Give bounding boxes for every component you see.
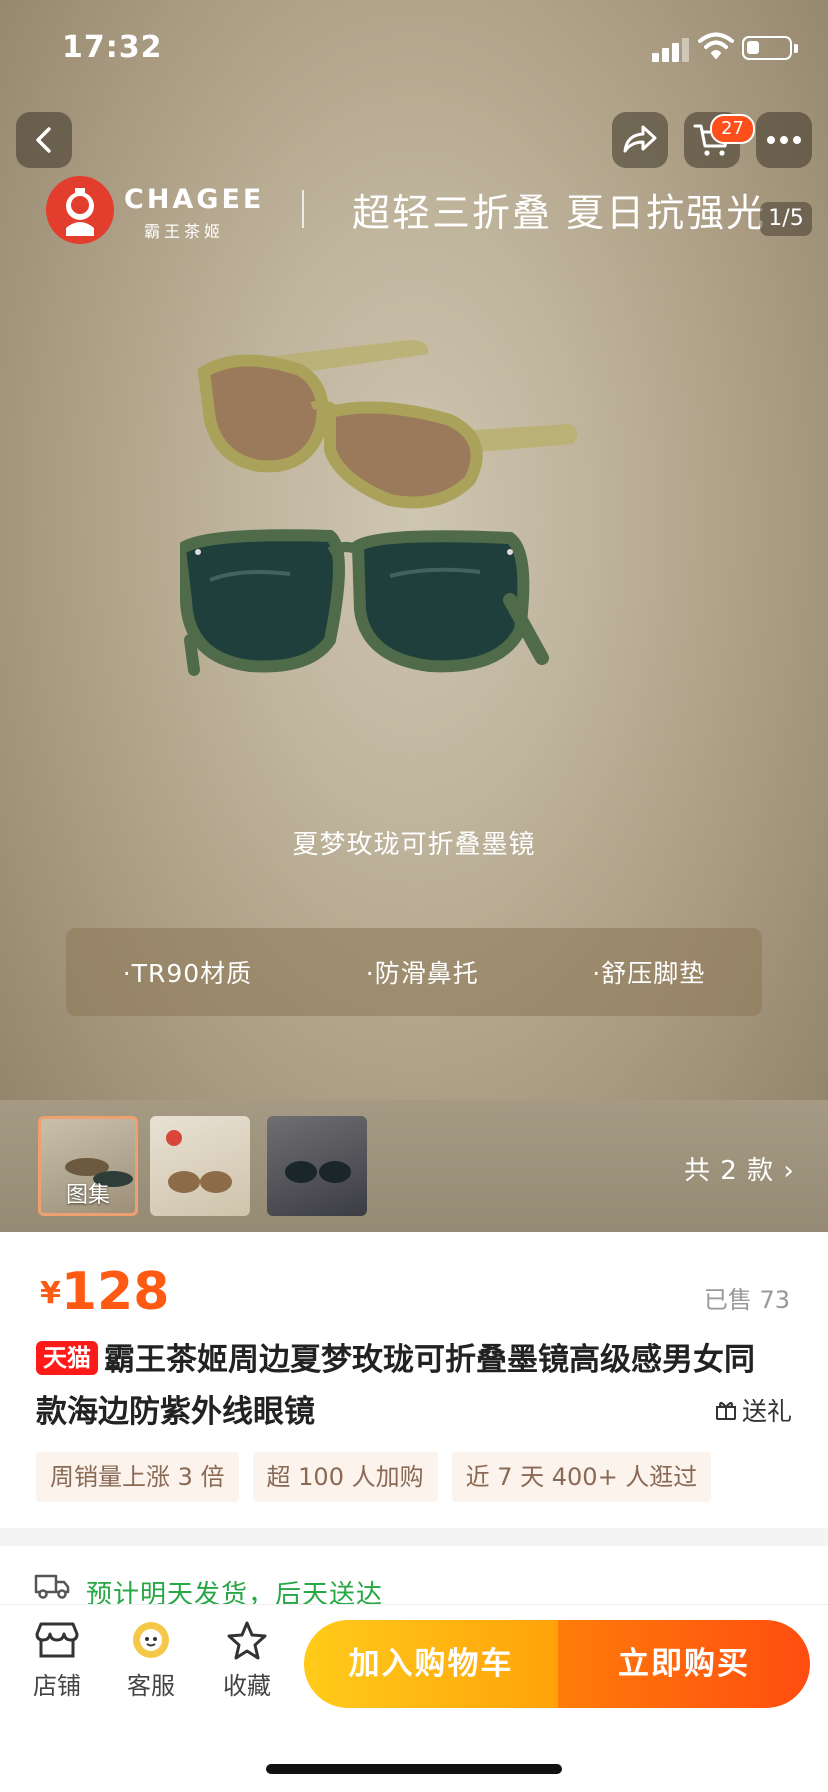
currency-symbol: ¥	[40, 1276, 61, 1311]
product-title: 天猫 霸王茶姬周边夏梦玫珑可折叠墨镜高级感男女同款海边防紫外线眼镜	[36, 1334, 766, 1438]
style-count-link[interactable]: 共 2 款 ›	[684, 1150, 795, 1187]
more-button[interactable]	[756, 112, 812, 168]
buy-now-button[interactable]: 立即购买	[558, 1620, 810, 1708]
section-divider	[0, 1528, 828, 1546]
promo-tag: 超 100 人加购	[252, 1452, 438, 1502]
divider	[302, 190, 304, 228]
banner-slogan: 超轻三折叠 夏日抗强光	[352, 191, 767, 235]
share-button[interactable]	[612, 112, 668, 168]
favorite-label: 收藏	[223, 1672, 271, 1700]
brand-logo: CHAGEE 霸王茶姬	[46, 172, 316, 246]
star-icon	[227, 1621, 267, 1660]
gallery-label: 图集	[65, 1183, 110, 1208]
promo-tag: 周销量上涨 3 倍	[36, 1452, 239, 1502]
chevron-left-icon	[36, 127, 51, 153]
service-label: 客服	[127, 1672, 175, 1700]
wifi-icon	[698, 32, 734, 59]
style-count-label: 共 2 款	[684, 1156, 775, 1186]
signal-icon	[652, 36, 692, 62]
status-time: 17:32	[62, 30, 163, 65]
brand-name-en: CHAGEE	[124, 184, 265, 215]
add-to-cart-button[interactable]: 加入购物车	[304, 1620, 558, 1708]
thumbnail-style-2[interactable]	[267, 1116, 367, 1216]
price-value: 128	[60, 1262, 170, 1322]
chevron-right-icon: ›	[783, 1156, 795, 1186]
chagee-logo-icon	[46, 176, 114, 244]
thumbnail-image	[285, 1161, 351, 1183]
product-title-text: 霸王茶姬周边夏梦玫珑可折叠墨镜高级感男女同款海边防紫外线眼镜	[36, 1342, 755, 1430]
feature-bar: ·TR90材质 ·防滑鼻托 ·舒压脚垫	[66, 928, 762, 1016]
gift-icon	[715, 1401, 736, 1420]
thumbnail-style-1[interactable]	[150, 1116, 250, 1216]
store-button[interactable]: 店铺	[22, 1620, 92, 1701]
promo-tag: 近 7 天 400+ 人逛过	[451, 1452, 712, 1502]
store-icon	[35, 1622, 79, 1658]
back-button[interactable]	[16, 112, 72, 168]
feature-item: ·舒压脚垫	[592, 959, 706, 988]
store-label: 店铺	[33, 1672, 81, 1700]
truck-icon	[34, 1574, 70, 1599]
image-counter: 1/5	[760, 202, 812, 236]
product-caption: 夏梦玫珑可折叠墨镜	[292, 830, 536, 860]
brand-name-cn: 霸王茶姬	[144, 222, 225, 241]
promo-tags: 周销量上涨 3 倍 超 100 人加购 近 7 天 400+ 人逛过	[36, 1452, 712, 1502]
thumbnail-image	[166, 1130, 232, 1193]
gift-label: 送礼	[741, 1397, 792, 1426]
share-icon	[623, 125, 657, 153]
feature-item: ·防滑鼻托	[365, 959, 479, 988]
home-indicator	[266, 1764, 562, 1774]
sunglasses-image	[180, 340, 578, 676]
thumbnail-gallery[interactable]: 图集	[38, 1116, 138, 1216]
feature-item: ·TR90材质	[122, 959, 253, 988]
tmall-badge: 天猫	[36, 1341, 98, 1375]
battery-icon	[742, 36, 798, 60]
cart-count-badge: 27	[710, 114, 755, 144]
gift-button[interactable]: 送礼	[714, 1392, 792, 1428]
status-bar: 17:32	[0, 0, 828, 100]
sold-count: 已售 73	[703, 1286, 790, 1314]
customer-service-icon	[133, 1622, 169, 1658]
favorite-button[interactable]: 收藏	[212, 1620, 282, 1701]
price: ¥128	[40, 1262, 169, 1322]
customer-service-button[interactable]: 客服	[116, 1620, 186, 1701]
more-dots-icon	[767, 136, 801, 144]
